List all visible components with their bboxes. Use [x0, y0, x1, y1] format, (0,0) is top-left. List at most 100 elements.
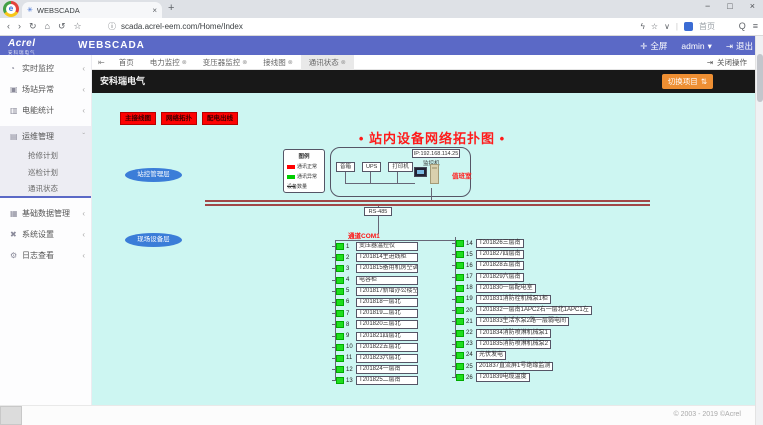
device-name-box[interactable]: T201830一层配电室: [476, 284, 536, 293]
peripheral-device-box[interactable]: UPS: [362, 162, 381, 172]
device-row[interactable]: 9 T201821四层北: [336, 332, 418, 341]
device-row[interactable]: 16 T201828五层南: [456, 261, 592, 270]
device-name-box[interactable]: T201821四层北: [356, 332, 418, 341]
device-row[interactable]: 8 T201820三层北: [336, 320, 418, 329]
device-name-box[interactable]: T201839电缆温度: [476, 373, 530, 382]
sidebar-item[interactable]: ▤ 运维管理 ˇ: [0, 126, 91, 147]
device-row[interactable]: 17 T201829六层南: [456, 273, 592, 282]
device-row[interactable]: 21 T201833生活水泵2路一层弱电间: [456, 317, 592, 326]
diagram-nav-button[interactable]: 配电出线: [202, 112, 238, 125]
device-row[interactable]: 26 T201839电缆温度: [456, 373, 592, 382]
user-menu[interactable]: admin ▾: [681, 41, 711, 52]
device-name-box[interactable]: 光伏发电: [476, 351, 506, 360]
device-name-box[interactable]: T201834消防喷淋机械泵1: [476, 329, 551, 338]
device-row[interactable]: 6 T201818一层北: [336, 298, 418, 307]
device-name-box[interactable]: 201837直流屏1号绝缘监测: [476, 362, 553, 371]
reload-icon[interactable]: ↻: [29, 21, 37, 32]
device-name-box[interactable]: 电容柜: [356, 276, 418, 285]
logout-button[interactable]: ⇥ 退出: [726, 40, 753, 52]
device-row[interactable]: 18 T201830一层配电室: [456, 284, 592, 293]
device-name-box[interactable]: T201824一层南: [356, 365, 418, 374]
workspace-tab-close-icon[interactable]: ⊗: [288, 59, 293, 66]
home-icon[interactable]: ⌂: [45, 21, 50, 32]
bookmark-label[interactable]: 首页: [699, 21, 715, 32]
device-row[interactable]: 12 T201824一层南: [336, 365, 418, 374]
sidebar-item[interactable]: ▣ 场站异常 ‹: [0, 79, 91, 100]
device-name-box[interactable]: T201831消防栓机械泵1柜: [476, 295, 551, 304]
forward-icon[interactable]: ›: [18, 21, 21, 32]
close-operations-button[interactable]: ⇥ 关闭操作: [707, 55, 747, 70]
sidebar-item[interactable]: ▦ 基础数据管理 ‹: [0, 203, 91, 224]
device-row[interactable]: 11 T201823六层北: [336, 354, 418, 363]
sidebar-item[interactable]: ▥ 电能统计 ‹: [0, 100, 91, 121]
device-row[interactable]: 7 T201819二层北: [336, 309, 418, 318]
device-row[interactable]: 24 光伏发电: [456, 351, 592, 360]
window-minimize-icon[interactable]: −: [705, 1, 710, 11]
device-name-box[interactable]: T201819二层北: [356, 309, 418, 318]
device-row[interactable]: 19 T201831消防栓机械泵1柜: [456, 295, 592, 304]
new-tab-button[interactable]: +: [168, 2, 174, 14]
peripheral-device-box[interactable]: 打印机: [388, 162, 413, 172]
extension-icon[interactable]: ϟ: [641, 22, 645, 31]
device-name-box[interactable]: T201827四层南: [476, 250, 524, 259]
workspace-tab-close-icon[interactable]: ⊗: [242, 59, 247, 66]
browser-tab[interactable]: ✳ WEBSCADA ×: [22, 2, 162, 18]
search-icon[interactable]: Q: [739, 21, 746, 31]
device-name-box[interactable]: T201829六层南: [476, 273, 524, 282]
device-name-box[interactable]: T201820三层北: [356, 320, 418, 329]
diagram-nav-button[interactable]: 网络拓扑: [161, 112, 197, 125]
workspace-tab[interactable]: 电力监控 ⊗: [142, 55, 195, 70]
bookmark-site-icon[interactable]: [684, 22, 693, 31]
peripheral-device-box[interactable]: 音箱: [336, 162, 355, 172]
device-row[interactable]: 2 T201814主进线柜: [336, 253, 418, 262]
device-row[interactable]: 23 T201835消防喷淋机械泵2: [456, 340, 592, 349]
fullscreen-button[interactable]: ✛ 全屏: [640, 40, 667, 52]
device-name-box[interactable]: T201823六层北: [356, 354, 418, 363]
device-name-box[interactable]: T201835消防喷淋机械泵2: [476, 340, 551, 349]
device-row[interactable]: 5 T201817新增办公楼空调: [336, 287, 418, 296]
window-maximize-icon[interactable]: □: [727, 1, 732, 11]
device-name-box[interactable]: T201825二层南: [356, 376, 418, 385]
favorite-star-icon[interactable]: ☆: [651, 22, 658, 31]
diagram-nav-button[interactable]: 主接线图: [120, 112, 156, 125]
device-name-box[interactable]: T201815备用机房空调总柜: [356, 264, 418, 273]
device-name-box[interactable]: T201828五层南: [476, 261, 524, 270]
device-name-box[interactable]: T201833生活水泵2路一层弱电间: [476, 317, 569, 326]
site-info-icon[interactable]: ⓘ: [108, 21, 116, 32]
workspace-tab[interactable]: 变压器监控 ⊗: [195, 55, 256, 70]
sidebar-item[interactable]: ⚙ 日志查看 ‹: [0, 245, 91, 266]
sidebar-item[interactable]: 抢修计划: [0, 147, 91, 164]
sidebar-item[interactable]: 巡检计划: [0, 164, 91, 181]
sidebar-item[interactable]: ✖ 系统设置 ‹: [0, 224, 91, 245]
workspace-tab[interactable]: 通讯状态 ⊗: [301, 55, 354, 70]
collapse-sidebar-icon[interactable]: ⇤: [92, 58, 111, 67]
url-input[interactable]: scada.acrel-eem.com/Home/Index: [121, 22, 243, 31]
history-icon[interactable]: ↺: [58, 21, 66, 32]
caret-down-icon[interactable]: ∨: [664, 22, 670, 31]
device-name-box[interactable]: 变压器温控仪: [356, 242, 418, 251]
device-row[interactable]: 14 T201826三层南: [456, 239, 592, 248]
device-row[interactable]: 20 T201832一层南1APC2右一层北1APC1左: [456, 306, 592, 315]
scrollbar-thumb[interactable]: [757, 54, 763, 102]
browser-logo-icon[interactable]: e: [3, 1, 19, 17]
back-icon[interactable]: ‹: [7, 21, 10, 32]
device-row[interactable]: 22 T201834消防喷淋机械泵1: [456, 329, 592, 338]
bookmark-star-icon[interactable]: ☆: [74, 21, 82, 32]
workspace-tab-close-icon[interactable]: ⊗: [182, 59, 187, 66]
sidebar-item[interactable]: 通讯状态: [0, 181, 91, 198]
device-name-box[interactable]: T201822五层北: [356, 343, 418, 352]
device-row[interactable]: 4 电容柜: [336, 276, 418, 285]
device-row[interactable]: 15 T201827四层南: [456, 250, 592, 259]
window-close-icon[interactable]: ×: [750, 1, 755, 11]
workspace-tab-close-icon[interactable]: ⊗: [341, 59, 346, 66]
device-row[interactable]: 1 变压器温控仪: [336, 242, 418, 251]
device-name-box[interactable]: T201814主进线柜: [356, 253, 418, 262]
device-row[interactable]: 13 T201825二层南: [336, 376, 418, 385]
tab-close-icon[interactable]: ×: [152, 6, 157, 15]
workspace-tab[interactable]: 首页 ⊗: [111, 55, 142, 70]
page-scrollbar[interactable]: [755, 36, 763, 425]
switch-project-button[interactable]: 切换项目 ⇅: [662, 74, 713, 89]
device-name-box[interactable]: T201832一层南1APC2右一层北1APC1左: [476, 306, 592, 315]
device-row[interactable]: 25 201837直流屏1号绝缘监测: [456, 362, 592, 371]
device-row[interactable]: 3 T201815备用机房空调总柜: [336, 264, 418, 273]
